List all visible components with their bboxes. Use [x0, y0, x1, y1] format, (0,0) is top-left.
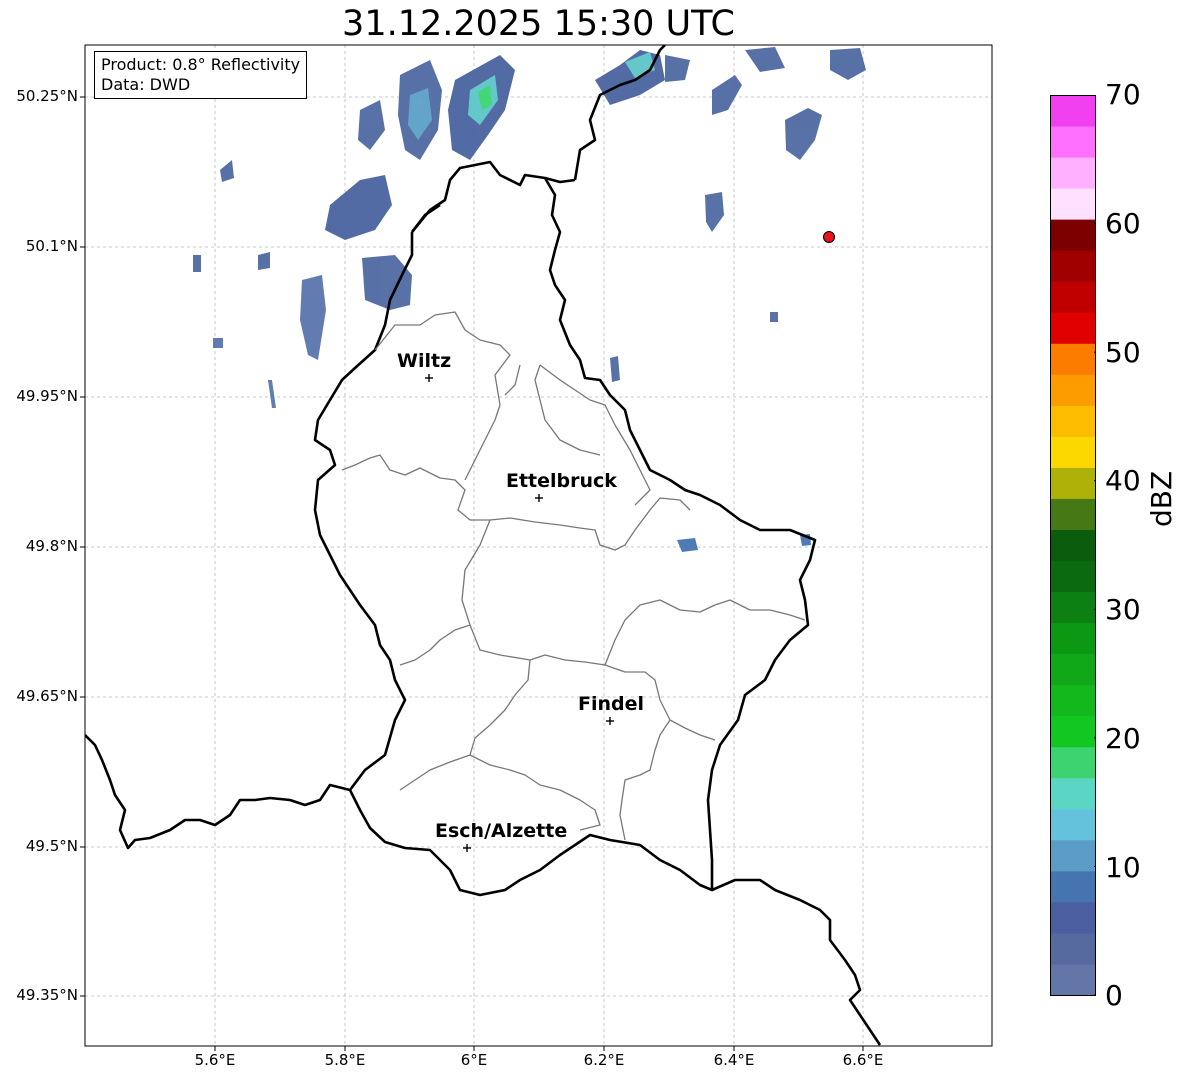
- y-tick-label: 49.5°N: [25, 837, 78, 855]
- x-tick-label: 5.6°E: [194, 1051, 236, 1069]
- colorbar-swatch: [1050, 839, 1096, 872]
- colorbar-swatch: [1050, 622, 1096, 655]
- city-label-esch-alzette: Esch/Alzette: [435, 820, 568, 842]
- x-tick-label: 6.2°E: [583, 1051, 625, 1069]
- colorbar-swatch: [1050, 188, 1096, 220]
- y-tick-label: 50.1°N: [25, 237, 78, 255]
- city-label-wiltz: Wiltz: [397, 350, 452, 372]
- country-border: [85, 45, 882, 1046]
- colorbar-swatch: [1050, 777, 1096, 810]
- colorbar-swatch: [1050, 715, 1096, 748]
- colorbar-swatch: [1050, 932, 1096, 965]
- city-label-findel: Findel: [578, 693, 645, 715]
- colorbar-swatch: [1050, 250, 1096, 282]
- product-info-box: Product: 0.8° Reflectivity Data: DWD: [94, 51, 308, 99]
- colorbar-swatch: [1050, 684, 1096, 717]
- colorbar-swatch: [1050, 467, 1096, 499]
- colorbar-tick-label: 70: [1105, 78, 1141, 111]
- colorbar-swatch: [1050, 591, 1096, 624]
- city-label-ettelbruck: Ettelbruck: [506, 470, 617, 492]
- colorbar-swatch: [1050, 374, 1096, 406]
- colorbar-swatch: [1050, 436, 1096, 468]
- colorbar-tick-label: 60: [1105, 207, 1141, 240]
- colorbar-swatch: [1050, 963, 1096, 996]
- colorbar-swatch: [1050, 808, 1096, 841]
- data-source-label: Data: DWD: [101, 75, 191, 94]
- x-tick-label: 6°E: [460, 1051, 488, 1069]
- colorbar-swatch: [1050, 498, 1096, 530]
- colorbar-swatch: [1050, 901, 1096, 934]
- colorbar-swatch: [1050, 870, 1096, 903]
- map-frame: [84, 44, 993, 1047]
- x-tick-label: 5.8°E: [324, 1051, 366, 1069]
- colorbar-swatch: [1050, 653, 1096, 686]
- y-tick-label: 49.35°N: [16, 986, 78, 1004]
- colorbar-swatch: [1050, 560, 1096, 593]
- colorbar-swatch: [1050, 529, 1096, 562]
- radar-site-marker: [823, 231, 835, 243]
- colorbar-swatch: [1050, 281, 1096, 313]
- gridlines: [85, 45, 992, 1046]
- colorbar-unit-label: dBZ: [1145, 470, 1178, 527]
- product-label: Product: 0.8° Reflectivity: [101, 55, 301, 74]
- y-tick-label: 50.25°N: [16, 87, 78, 105]
- colorbar-tick-label: 30: [1105, 593, 1141, 626]
- y-tick-label: 49.95°N: [16, 387, 78, 405]
- x-tick-label: 6.6°E: [842, 1051, 884, 1069]
- colorbar-swatch: [1050, 312, 1096, 344]
- colorbar-swatch: [1050, 95, 1096, 127]
- colorbar-tick-label: 10: [1105, 851, 1141, 884]
- colorbar-tick-label: 0: [1105, 979, 1123, 1012]
- radar-map: [80, 44, 993, 1051]
- colorbar: [1050, 95, 1096, 996]
- x-tick-label: 6.4°E: [713, 1051, 755, 1069]
- colorbar-swatch: [1050, 343, 1096, 375]
- y-tick-label: 49.8°N: [25, 537, 78, 555]
- colorbar-tick-label: 20: [1105, 722, 1141, 755]
- colorbar-swatch: [1050, 219, 1096, 251]
- colorbar-tick-label: 40: [1105, 464, 1141, 497]
- colorbar-tick-label: 50: [1105, 336, 1141, 369]
- colorbar-swatch: [1050, 126, 1096, 158]
- colorbar-swatch: [1050, 405, 1096, 437]
- colorbar-swatch: [1050, 746, 1096, 779]
- colorbar-swatch: [1050, 157, 1096, 189]
- canton-boundaries: [341, 311, 806, 841]
- city-markers: [425, 374, 614, 852]
- y-tick-label: 49.65°N: [16, 687, 78, 705]
